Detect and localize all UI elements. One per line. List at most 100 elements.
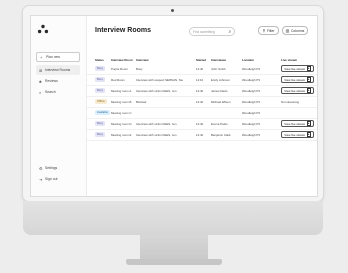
interviewer-cell: James Davis	[211, 89, 228, 93]
filter-label: Filter	[266, 28, 275, 33]
table-row[interactable]: Busy Meeting room E Interview with victi…	[87, 130, 317, 141]
interview-cell: Interview with victim KEES, Jen	[136, 89, 177, 93]
view-live-stream-button[interactable]: View live stream ▸	[281, 120, 314, 127]
sidebar-item-label: Settings	[45, 166, 58, 170]
sidebar-item-sign-out[interactable]: ⇥ Sign out	[36, 174, 80, 184]
monitor-stand	[140, 235, 208, 261]
screen: + Plan new ⊞ Interview Rooms ♣ Reviews ⌕…	[30, 15, 318, 197]
started-cell: 12:10	[196, 78, 204, 82]
interviewer-cell: Emily Johnson	[211, 78, 230, 82]
table-row[interactable]: Busy Meeting room D Interview with victi…	[87, 119, 317, 130]
room-cell: Meeting room B	[111, 100, 132, 104]
monitor-base	[126, 259, 222, 265]
column-header-interviewer[interactable]: Interviewer	[211, 58, 226, 62]
search-box[interactable]: ⌕	[189, 27, 235, 36]
app-logo-icon	[37, 24, 49, 34]
sidebar-item-label: Interview Rooms	[45, 68, 71, 72]
column-header-interview[interactable]: Interview	[136, 58, 149, 62]
location-cell: Woodleigh PS	[242, 122, 261, 126]
monitor-chin	[23, 201, 323, 235]
room-cell: Meeting room A	[111, 89, 132, 93]
started-cell: 12:40	[196, 122, 204, 126]
sidebar-item-search[interactable]: ⌕ Search	[36, 87, 80, 97]
table-row[interactable]: Busy Meeting room A Interview with victi…	[87, 86, 317, 97]
view-live-stream-label: View live stream	[284, 66, 306, 71]
location-cell: Woodleigh PS	[242, 133, 261, 137]
filter-icon: ⚲	[262, 28, 266, 33]
room-cell: Red Room	[111, 78, 125, 82]
table-row[interactable]: Busy Red Room Interview with suspect SER…	[87, 75, 317, 86]
open-icon: ▸	[306, 132, 311, 137]
open-icon: ▸	[306, 121, 311, 126]
status-badge: Busy	[95, 121, 105, 126]
table-row[interactable]: Available Meeting room C Woodleigh PS	[87, 108, 317, 119]
started-cell: 12:40	[196, 100, 204, 104]
location-cell: Woodleigh PS	[242, 89, 261, 93]
sidebar-item-reviews[interactable]: ♣ Reviews	[36, 76, 80, 86]
interview-cell: Busy	[136, 67, 143, 71]
view-live-stream-button[interactable]: View live stream ▸	[281, 65, 314, 72]
search-input[interactable]	[193, 29, 227, 34]
plan-new-button[interactable]: + Plan new	[36, 52, 80, 62]
columns-icon: ▥	[285, 28, 290, 33]
page-title: Interview Rooms	[95, 27, 152, 34]
room-cell: Purple Room	[111, 67, 128, 71]
location-cell: Woodleigh PS	[242, 78, 261, 82]
status-badge: Busy	[95, 88, 105, 93]
open-icon: ▸	[306, 88, 311, 93]
view-live-stream-label: View live stream	[284, 88, 306, 93]
view-live-stream-label: View live stream	[284, 121, 306, 126]
stream-status-text: Not streaming	[281, 100, 299, 104]
status-badge: Busy	[95, 77, 105, 82]
column-header-started[interactable]: Started	[196, 58, 206, 62]
location-cell: Woodleigh PS	[242, 100, 261, 104]
view-live-stream-button[interactable]: View live stream ▸	[281, 76, 314, 83]
sidebar-item-settings[interactable]: ⚙ Settings	[36, 163, 80, 173]
sidebar-item-label: Search	[45, 90, 56, 94]
view-live-stream-label: View live stream	[284, 132, 306, 137]
started-cell: 12:40	[196, 133, 204, 137]
camera-dot	[171, 9, 174, 12]
sidebar: + Plan new ⊞ Interview Rooms ♣ Reviews ⌕…	[31, 16, 87, 196]
sidebar-item-label: Sign out	[45, 177, 58, 181]
interviewer-cell: Michael Wilson	[211, 100, 231, 104]
room-cell: Meeting room E	[111, 133, 132, 137]
columns-label: Columns	[290, 28, 305, 33]
interviewer-cell: Emma Parks	[211, 122, 228, 126]
status-badge: Busy	[95, 66, 105, 71]
column-header-status[interactable]: Status	[95, 58, 104, 62]
started-cell: 12:40	[196, 67, 204, 71]
columns-button[interactable]: ▥ Columns	[282, 26, 308, 35]
interviewer-cell: John Smith	[211, 67, 226, 71]
column-header-room[interactable]: Interview Room	[111, 58, 133, 62]
plan-new-label: Plan new	[46, 55, 60, 59]
column-header-live-stream[interactable]: Live stream	[281, 58, 297, 62]
sidebar-item-label: Reviews	[45, 79, 58, 83]
search-icon: ⌕	[228, 29, 231, 34]
table-row[interactable]: Offline Meeting room B Blocked 12:40 Mic…	[87, 97, 317, 108]
table-row[interactable]: Busy Purple Room Busy 12:40 John Smith W…	[87, 64, 317, 75]
view-live-stream-button[interactable]: View live stream ▸	[281, 87, 314, 94]
status-badge: Available	[95, 110, 110, 115]
interview-cell: Blocked	[136, 100, 147, 104]
sidebar-item-interview-rooms[interactable]: ⊞ Interview Rooms	[36, 65, 80, 75]
filter-button[interactable]: ⚲ Filter	[258, 26, 279, 35]
monitor: + Plan new ⊞ Interview Rooms ♣ Reviews ⌕…	[23, 6, 323, 201]
view-live-stream-button[interactable]: View live stream ▸	[281, 131, 314, 138]
open-icon: ▸	[306, 66, 311, 71]
started-cell: 12:40	[196, 89, 204, 93]
location-cell: Woodleigh PS	[242, 67, 261, 71]
interview-cell: Interview with suspect SERNAN, Ste	[136, 78, 184, 82]
interview-cell: Interview with victim KEES, Jen	[136, 133, 177, 137]
interviewer-cell: Benjamin Clark	[211, 133, 231, 137]
view-live-stream-label: View live stream	[284, 77, 306, 82]
room-cell: Meeting room D	[111, 122, 132, 126]
column-header-location[interactable]: Location	[242, 58, 254, 62]
status-badge: Busy	[95, 132, 105, 137]
status-badge: Offline	[95, 99, 107, 104]
interview-cell: Interview with victim KEES, Jen	[136, 122, 177, 126]
room-cell: Meeting room C	[111, 111, 132, 115]
open-icon: ▸	[306, 77, 311, 82]
location-cell: Woodleigh PS	[242, 111, 261, 115]
main-content: Interview Rooms ⌕ ⚲ Filter ▥ Columns Sta…	[87, 16, 317, 196]
